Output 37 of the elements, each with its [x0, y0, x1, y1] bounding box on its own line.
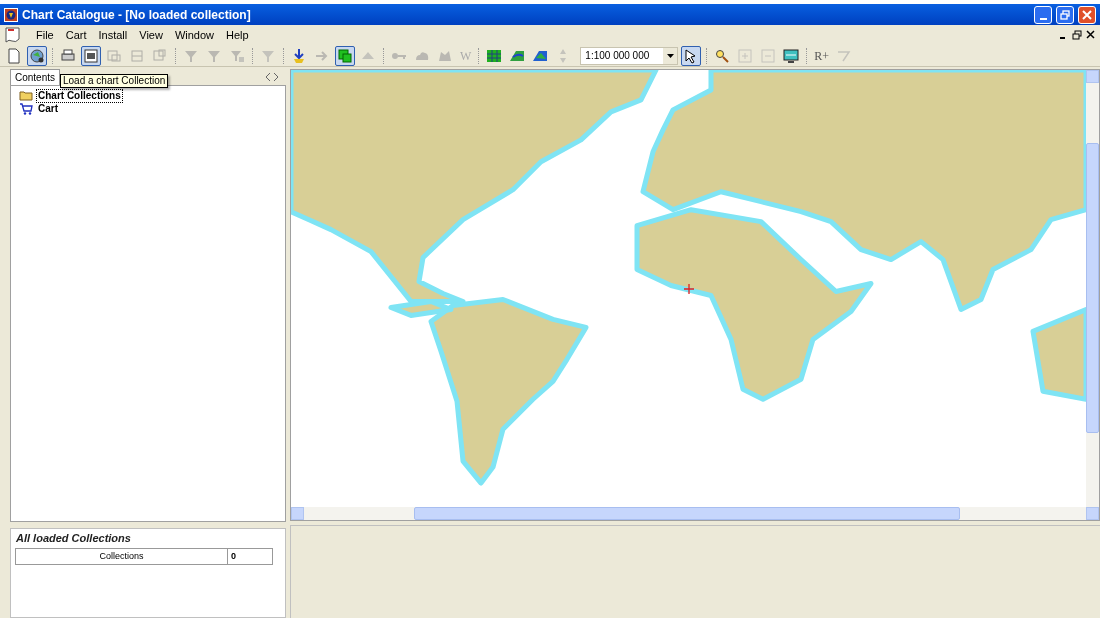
menu-item[interactable]: Help — [220, 26, 255, 44]
close-button[interactable] — [1078, 5, 1096, 24]
caret-icon — [666, 53, 674, 58]
menu-item[interactable]: File — [30, 26, 60, 44]
horizontal-scrollbar[interactable] — [291, 507, 1099, 520]
panel-tab[interactable]: Contents — [10, 69, 61, 85]
tree-item[interactable]: Chart Collections — [36, 88, 123, 103]
properties-icon[interactable] — [81, 45, 101, 66]
vertical-scrollbar[interactable] — [1086, 70, 1099, 507]
app-icon — [4, 7, 18, 22]
toolbar-button[interactable]: R+ — [812, 45, 832, 66]
restore-button[interactable] — [1056, 5, 1074, 24]
close-icon — [1082, 9, 1092, 20]
tooltip: Load a chart Collection — [60, 74, 169, 88]
document-icon — [4, 26, 22, 44]
menu-item[interactable]: View — [133, 26, 169, 44]
minimize-button[interactable] — [1034, 5, 1052, 24]
restore-icon — [1060, 9, 1070, 20]
panel-title: All loaded Collections — [16, 531, 132, 545]
menu-item[interactable]: Cart — [59, 26, 93, 44]
menu-item[interactable]: Install — [92, 26, 134, 44]
squares-icon[interactable] — [335, 45, 355, 66]
scroll-right-icon[interactable] — [272, 72, 280, 82]
scale-dropdown[interactable]: 1:100 000 000 — [580, 46, 679, 65]
globe-icon[interactable] — [27, 45, 47, 66]
tree-item[interactable]: Cart — [36, 101, 60, 116]
mdi-close-icon[interactable] — [1086, 30, 1096, 40]
cart-icon — [19, 102, 33, 115]
window-title: Chart Catalogue - [No loaded collection] — [22, 6, 251, 24]
table-cell: Collections — [16, 549, 228, 564]
mdi-restore-icon[interactable] — [1072, 30, 1082, 40]
menu-item[interactable]: Window — [168, 26, 221, 44]
scroll-left-icon[interactable] — [264, 72, 272, 82]
folder-icon — [19, 90, 33, 101]
crosshair-icon — [684, 284, 694, 294]
pointer-icon[interactable] — [681, 45, 702, 66]
table-cell-text: 0 — [230, 550, 237, 563]
